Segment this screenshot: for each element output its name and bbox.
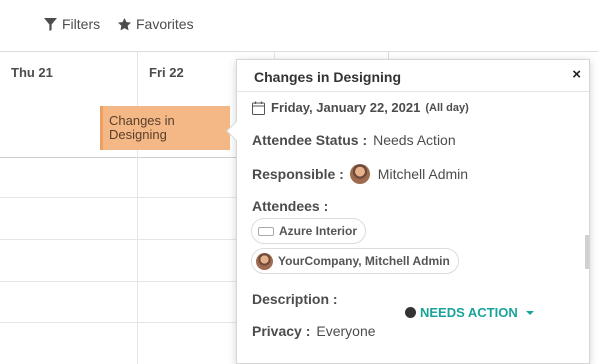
status-dropdown[interactable]: NEEDS ACTION — [405, 305, 534, 320]
day-divider — [137, 52, 138, 364]
day-header-fri[interactable]: Fri 22 — [149, 65, 184, 80]
attendees-label: Attendees : — [252, 198, 329, 214]
responsible-row: Responsible : Mitchell Admin — [252, 164, 468, 184]
favorites-label: Favorites — [136, 16, 194, 32]
popover-header: Changes in Designing × — [237, 60, 589, 92]
attendee-status-value: Needs Action — [373, 132, 456, 148]
responsible-label: Responsible : — [252, 166, 344, 182]
popover-title: Changes in Designing — [254, 69, 402, 85]
filters-label: Filters — [62, 16, 101, 32]
calendar-icon — [252, 101, 265, 115]
filter-icon — [44, 17, 57, 31]
close-icon[interactable]: × — [572, 66, 581, 83]
event-popover: Changes in Designing × Friday, January 2… — [226, 59, 590, 364]
attendee-name: YourCompany, Mitchell Admin — [278, 254, 450, 268]
attendee-name: Azure Interior — [279, 224, 358, 238]
filters-button[interactable]: Filters — [44, 14, 100, 34]
attendee-tag[interactable]: Azure Interior — [251, 218, 367, 244]
popover-scrollbar[interactable] — [585, 235, 589, 269]
date-text: Friday, January 22, 2021 — [271, 100, 421, 115]
favorites-button[interactable]: Favorites — [118, 14, 194, 34]
attendee-status-row: Attendee Status : Needs Action — [252, 132, 456, 148]
responsible-value: Mitchell Admin — [377, 166, 469, 182]
star-icon — [118, 17, 131, 30]
company-icon — [258, 226, 274, 236]
avatar — [349, 164, 370, 184]
privacy-label: Privacy : — [252, 323, 311, 339]
calendar-event[interactable]: Changes in Designing — [100, 106, 230, 150]
event-date: Friday, January 22, 2021 (All day) — [252, 100, 469, 115]
attendee-tag[interactable]: YourCompany, Mitchell Admin — [251, 248, 459, 274]
all-day-text: (All day) — [425, 101, 469, 114]
search-panel: Filters Favorites — [0, 0, 598, 52]
caret-down-icon — [525, 310, 534, 315]
attendee-status-label: Attendee Status : — [252, 132, 368, 148]
privacy-value: Everyone — [316, 323, 376, 339]
description-row: Description : — [252, 291, 344, 307]
day-header-thu[interactable]: Thu 21 — [11, 65, 53, 80]
status-dot-icon — [405, 307, 416, 318]
status-label: NEEDS ACTION — [420, 305, 518, 320]
calendar-view: Filters Favorites Thu 21 Fri 22 Changes … — [0, 0, 598, 364]
privacy-row: Privacy : Everyone — [252, 323, 376, 339]
attendees-row: Attendees : — [252, 198, 334, 214]
description-label: Description : — [252, 291, 338, 307]
avatar — [256, 252, 273, 270]
